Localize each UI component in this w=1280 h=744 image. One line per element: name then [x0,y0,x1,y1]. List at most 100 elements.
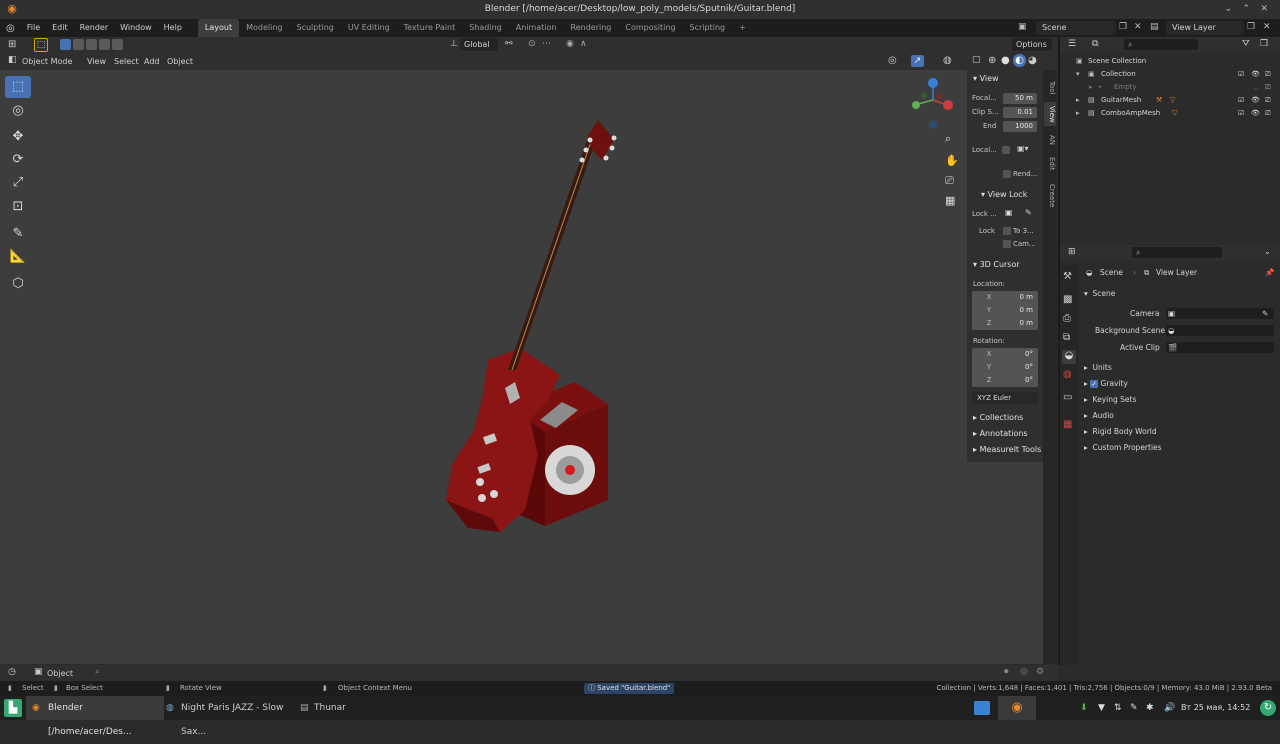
3d-cursor-header[interactable]: ▾ 3D Cursor [973,260,1020,269]
volume-tray-icon[interactable]: 🔊 [1164,696,1175,720]
audio-panel-header[interactable]: ▸ Audio [1084,410,1114,422]
menu-add[interactable]: Add [140,55,164,68]
cursor-rot-z-field[interactable]: 0° [1003,375,1037,386]
rendered-shading-icon[interactable]: ◕ [1028,55,1037,66]
tab-animation[interactable]: Animation [509,19,564,37]
lock-object-field-icon[interactable]: ▣ [1005,208,1013,217]
material-shading-icon[interactable]: ◐ [1013,54,1026,67]
tab-compositing[interactable]: Compositing [618,19,682,37]
clip-end-field[interactable]: 1000 [1003,121,1037,132]
checkbox-icon[interactable]: ☑ [1238,94,1244,107]
breadcrumb-scene[interactable]: Scene [1100,267,1123,279]
tool-props-icon[interactable]: ⚒ [1063,271,1072,282]
camera-icon[interactable]: ⎚ [1265,94,1271,107]
timeline-settings-icon[interactable]: ⚙ [1036,667,1044,677]
blender-tray-icon[interactable]: ◉ [998,696,1036,720]
properties-search-input[interactable]: ⌕ [1132,247,1222,258]
select-tool-icon[interactable]: ⬚ [34,38,48,52]
menu-view[interactable]: View [83,55,110,68]
menu-render[interactable]: Render [74,19,114,37]
expand-arrow-icon[interactable]: ▾ [1076,68,1080,81]
gravity-panel-header[interactable]: ▸ ✓ Gravity [1084,378,1128,390]
add-cube-tool-icon[interactable]: ⬡ [5,273,31,295]
clip-start-field[interactable]: 0.01 [1003,107,1037,118]
orientation-icon[interactable]: ⊥ [450,39,458,49]
menu-window[interactable]: Window [114,19,158,37]
add-workspace-button[interactable]: + [732,19,753,37]
scene-name-field[interactable]: Scene [1036,21,1116,35]
render-region-checkbox[interactable] [1003,170,1011,178]
scene-selector-icon[interactable]: ▣ [1018,22,1027,32]
eye-icon[interactable]: 👁 [1251,94,1260,107]
outliner-filter-icon[interactable]: ⛛ [1242,39,1250,49]
snap-icon[interactable]: ⊙ [528,39,536,49]
zoom-icon[interactable]: ⌕ [945,132,951,146]
eyedropper-icon[interactable]: ✎ [1262,308,1268,320]
blender-menu-icon[interactable]: ◎ [0,23,21,34]
lock-to-3d-cursor-checkbox[interactable] [1003,227,1011,235]
wireframe-shading-icon[interactable]: ⊕ [988,55,996,66]
outliner-search-input[interactable]: ⌕ [1124,39,1198,50]
outliner-row-comboampmesh[interactable]: ▸ ▤ ComboAmpMesh ▽ ☑ 👁 ⎚ [1060,107,1280,120]
menu-file[interactable]: File [21,19,46,37]
outliner-row-scene-collection[interactable]: ▣ Scene Collection [1060,55,1280,68]
tab-view[interactable]: View [1044,102,1056,126]
expand-arrow-icon[interactable]: ▸ [1076,94,1080,107]
outliner-row-collection[interactable]: ▾ ▣ Collection ☑ 👁 ⎚ [1060,68,1280,81]
tab-shading[interactable]: Shading [462,19,509,37]
expand-arrow-icon[interactable]: ▸ [1076,107,1080,120]
tab-texture-paint[interactable]: Texture Paint [397,19,463,37]
modifier-icon[interactable]: ⚒ [1156,94,1162,107]
pan-hand-icon[interactable]: ✋ [945,154,959,167]
local-camera-picker-icon[interactable]: ▣▾ [1017,144,1029,153]
mesh-data-icon[interactable]: ▽ [1172,107,1177,120]
properties-options-icon[interactable]: ⌄ [1264,247,1271,256]
outliner-new-collection-icon[interactable]: ❐ [1260,39,1268,49]
camera-view-icon[interactable]: ⎚ [945,174,954,188]
view-layer-props-icon[interactable]: ⧉ [1063,332,1070,343]
delete-scene-icon[interactable]: ✕ [1134,22,1142,32]
perspective-grid-icon[interactable]: ▦ [945,194,955,207]
camera-icon[interactable]: ⎚ [1265,68,1271,81]
gizmo-toggle-icon[interactable]: ↗ [911,55,924,67]
delete-view-layer-icon[interactable]: ✕ [1263,22,1271,32]
gravity-checkbox[interactable]: ✓ [1090,380,1099,388]
texture-props-icon[interactable]: ▦ [1063,419,1072,430]
annotate-tool-icon[interactable]: ✎ [5,223,31,245]
options-dropdown[interactable]: Options [1012,38,1052,51]
timeline-editor-icon[interactable]: ◷ [8,667,16,677]
background-scene-field[interactable] [1166,325,1274,336]
tab-layout[interactable]: Layout [197,19,240,37]
new-scene-icon[interactable]: ❐ [1119,22,1127,32]
annotations-panel-header[interactable]: ▸ Annotations [973,429,1028,438]
os-menu-icon[interactable]: ▙ [4,699,22,717]
menu-object[interactable]: Object [163,55,197,68]
transform-tool-icon[interactable]: ⊡ [5,196,31,218]
minimize-button[interactable]: ⌄ [1224,0,1232,19]
bluetooth-tray-icon[interactable]: ✱ [1146,696,1154,720]
tab-modeling[interactable]: Modeling [239,19,289,37]
xray-icon[interactable]: ▢ [972,55,981,65]
lock-camera-checkbox[interactable] [1003,240,1011,248]
measureit-panel-header[interactable]: ▸ MeasureIt Tools [973,445,1041,454]
view-layer-field[interactable]: View Layer [1166,21,1244,35]
scene-props-icon[interactable]: ◒ [1062,350,1076,364]
cursor-loc-z-field[interactable]: 0 m [1003,318,1037,329]
measure-tool-icon[interactable]: 📐 [5,246,31,268]
properties-editor-icon[interactable]: ⊞ [1068,247,1076,257]
focal-length-field[interactable]: 50 m [1003,93,1037,104]
timeline-keying-icon[interactable]: ◎ [1020,667,1028,677]
cursor-loc-y-field[interactable]: 0 m [1003,305,1037,316]
timeline-record-icon[interactable]: ⏺ [1004,667,1009,677]
clock-label[interactable]: Вт 25 мая, 14:52 [1181,696,1250,720]
custom-properties-panel-header[interactable]: ▸ Custom Properties [1084,442,1162,454]
visibility-icon[interactable]: ◎ [888,55,897,66]
cursor-rot-y-field[interactable]: 0° [1003,362,1037,373]
keying-object-dropdown[interactable]: Object [43,667,89,680]
new-view-layer-icon[interactable]: ❐ [1247,22,1255,32]
file-manager-tray-icon[interactable] [974,701,990,715]
rotation-mode-dropdown[interactable]: XYZ Euler [972,392,1038,404]
local-camera-checkbox[interactable] [1002,146,1010,154]
camera-icon[interactable]: ⎚ [1265,107,1271,120]
scale-tool-icon[interactable]: ⤢ [5,172,31,194]
